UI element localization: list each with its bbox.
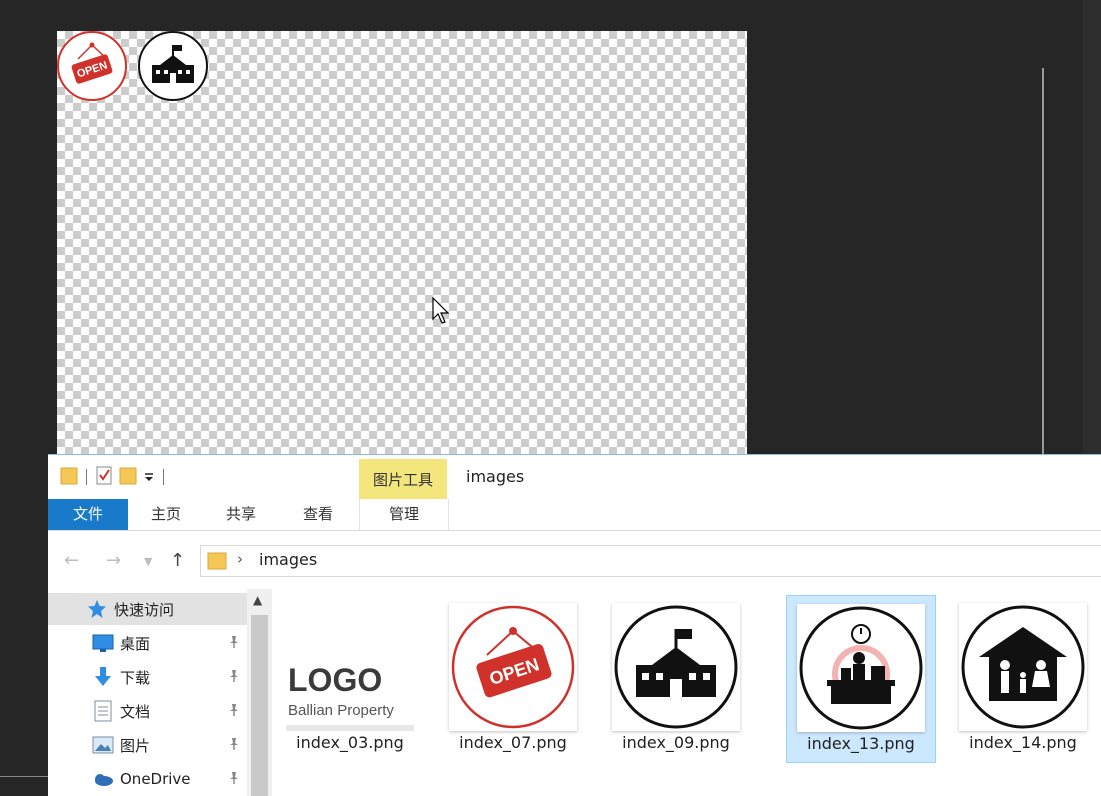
document-icon xyxy=(92,700,114,722)
file-item-index-14[interactable]: index_14.png xyxy=(949,595,1097,763)
tab-home[interactable]: 主页 xyxy=(128,499,204,530)
folder-icon[interactable] xyxy=(60,465,78,489)
tab-view[interactable]: 查看 xyxy=(278,499,358,530)
nav-item-onedrive[interactable]: OneDrive xyxy=(48,763,247,795)
address-path[interactable]: images xyxy=(259,550,317,569)
nav-item-label: 图片 xyxy=(120,736,151,755)
canvas-guide-line xyxy=(1042,68,1044,458)
open-sign-icon[interactable]: OPEN xyxy=(57,31,127,101)
navigation-pane: 快速访问 桌面 下载 文档 图片 OneDrive xyxy=(48,589,247,796)
file-explorer-window: 图片工具 images 文件 主页 共享 查看 管理 ← → ▼ ↑ › ima… xyxy=(48,454,1101,796)
logo-thumbnail: LOGO Ballian Property xyxy=(286,603,414,731)
file-item-index-09[interactable]: index_09.png xyxy=(602,595,750,763)
back-arrow-icon[interactable]: ← xyxy=(64,550,79,571)
file-name[interactable]: index_09.png xyxy=(602,733,750,752)
nav-item-quick-access[interactable]: 快速访问 xyxy=(48,593,247,625)
pin-icon[interactable] xyxy=(227,635,241,653)
tab-file[interactable]: 文件 xyxy=(48,499,128,530)
scroll-up-arrow-icon[interactable]: ▲ xyxy=(253,593,262,607)
new-folder-icon[interactable] xyxy=(119,465,137,489)
school-icon[interactable] xyxy=(138,31,208,101)
file-name[interactable]: index_07.png xyxy=(439,733,587,752)
nav-item-desktop[interactable]: 桌面 xyxy=(48,627,247,659)
file-item-index-07[interactable]: OPEN index_07.png xyxy=(439,595,587,763)
scrollbar-thumb[interactable] xyxy=(251,615,268,796)
title-bar: 图片工具 images xyxy=(48,455,1101,499)
pin-icon[interactable] xyxy=(227,703,241,721)
file-item-index-03[interactable]: LOGO Ballian Property index_03.png xyxy=(276,595,424,763)
chevron-right-icon[interactable]: › xyxy=(237,550,243,568)
folder-icon xyxy=(207,551,227,575)
reception-desk-thumbnail xyxy=(797,604,925,732)
ribbon-tabs: 文件 主页 共享 查看 管理 xyxy=(48,499,1101,531)
file-list: LOGO Ballian Property index_03.png OPEN xyxy=(273,589,1101,796)
navigation-pane-scrollbar[interactable]: ▲ xyxy=(247,589,272,796)
download-arrow-icon xyxy=(92,666,114,688)
address-bar[interactable]: › images xyxy=(200,545,1101,577)
cloud-icon xyxy=(92,768,114,790)
customize-dropdown-icon[interactable] xyxy=(143,468,155,487)
workspace-scrollbar[interactable] xyxy=(1083,0,1101,460)
recent-locations-chevron-icon[interactable]: ▼ xyxy=(144,555,152,568)
nav-item-label: 桌面 xyxy=(120,634,151,653)
nav-item-label: OneDrive xyxy=(120,770,191,788)
logo-text: LOGO xyxy=(288,662,382,698)
up-arrow-icon[interactable]: ↑ xyxy=(170,550,185,571)
file-item-index-13[interactable]: index_13.png xyxy=(786,595,936,763)
pin-icon[interactable] xyxy=(227,737,241,755)
pictures-icon xyxy=(92,734,114,756)
nav-item-documents[interactable]: 文档 xyxy=(48,695,247,727)
file-name[interactable]: index_14.png xyxy=(949,733,1097,752)
logo-subtext: Ballian Property xyxy=(288,702,394,719)
school-thumbnail xyxy=(612,603,740,731)
open-sign-thumbnail: OPEN xyxy=(449,603,577,731)
toolbar-separator xyxy=(86,469,87,485)
pin-icon[interactable] xyxy=(227,669,241,687)
quick-access-toolbar xyxy=(60,465,166,489)
nav-item-downloads[interactable]: 下载 xyxy=(48,661,247,693)
properties-check-icon[interactable] xyxy=(95,465,113,489)
pin-icon[interactable] xyxy=(227,771,241,789)
picture-tools-context-header: 图片工具 xyxy=(359,459,447,499)
nav-item-pictures[interactable]: 图片 xyxy=(48,729,247,761)
file-name[interactable]: index_03.png xyxy=(276,733,424,752)
divider xyxy=(0,776,48,777)
star-icon xyxy=(86,598,108,620)
family-house-thumbnail xyxy=(959,603,1087,731)
file-name[interactable]: index_13.png xyxy=(787,734,935,753)
tab-manage[interactable]: 管理 xyxy=(359,499,449,530)
toolbar-separator xyxy=(163,469,164,485)
forward-arrow-icon[interactable]: → xyxy=(106,550,121,571)
navigation-bar: ← → ▼ ↑ › images xyxy=(48,531,1101,589)
nav-item-label: 下载 xyxy=(120,668,151,687)
artboard-canvas[interactable]: OPEN xyxy=(57,31,747,456)
desktop-icon xyxy=(92,632,114,654)
tab-share[interactable]: 共享 xyxy=(204,499,278,530)
mouse-pointer-icon xyxy=(432,296,452,329)
nav-item-label: 文档 xyxy=(120,702,151,721)
window-title: images xyxy=(466,467,525,486)
nav-item-label: 快速访问 xyxy=(114,600,175,619)
